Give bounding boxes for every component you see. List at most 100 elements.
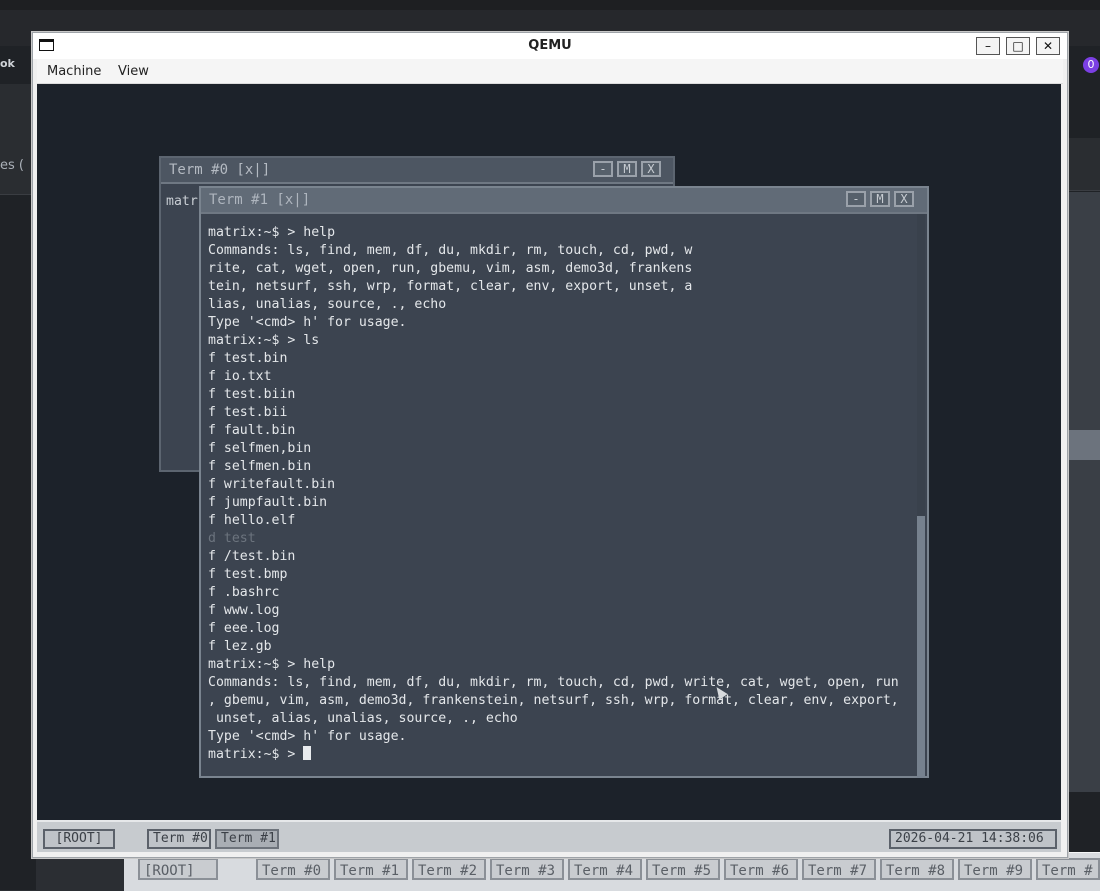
- term0-close-button[interactable]: X: [641, 161, 661, 177]
- terminal-line-text: f lez.gb: [208, 639, 272, 654]
- bg-task-term-cut: Term #: [1036, 858, 1100, 880]
- terminal-line-text: f selfmen.bin: [208, 459, 312, 474]
- bg-task-term2: Term #2: [412, 858, 486, 880]
- host-extension-icon[interactable]: 0: [1083, 57, 1099, 73]
- terminal-line: f io.txt: [208, 368, 899, 386]
- taskbar-term1-button[interactable]: Term #1: [215, 829, 279, 849]
- terminal-line-text: f eee.log: [208, 621, 280, 636]
- guest-taskbar: [ROOT] Term #0 Term #1 2026-04-21 14:38:…: [37, 820, 1061, 852]
- terminal-line: f writefault.bin: [208, 476, 899, 494]
- terminal-line-text: f test.bii: [208, 405, 288, 420]
- close-icon: ✕: [1042, 39, 1054, 53]
- menu-view[interactable]: View: [118, 64, 149, 79]
- close-button[interactable]: ✕: [1036, 37, 1060, 55]
- bg-task-term7: Term #7: [802, 858, 876, 880]
- terminal-line: f test.bin: [208, 350, 899, 368]
- host-right-strip: [1068, 430, 1100, 460]
- bg-task-term8: Term #8: [880, 858, 954, 880]
- terminal-line: f selfmen,bin: [208, 440, 899, 458]
- term1-maximize-button[interactable]: M: [870, 191, 890, 207]
- terminal-line-text: d test: [208, 531, 256, 546]
- term1-window[interactable]: Term #1 [x|] - M X matrix:~$ > help Comma…: [199, 186, 929, 778]
- terminal-line-text: f io.txt: [208, 369, 272, 384]
- terminal-line: d test: [208, 530, 899, 548]
- terminal-line: lias, unalias, source, ., echo: [208, 296, 899, 314]
- terminal-line: f test.bii: [208, 404, 899, 422]
- terminal-line: f jumpfault.bin: [208, 494, 899, 512]
- term1-titlebar[interactable]: Term #1 [x|] - M X: [201, 188, 927, 214]
- terminal-line-text: f .bashrc: [208, 585, 280, 600]
- term1-output[interactable]: matrix:~$ > help Commands: ls, find, mem,…: [208, 224, 899, 764]
- terminal-line-text: Type '<cmd> h' for usage.: [208, 315, 407, 330]
- terminal-line: matrix:~$ > help: [208, 656, 899, 674]
- bg-task-term9: Term #9: [958, 858, 1032, 880]
- terminal-line: Commands: ls, find, mem, df, du, mkdir, …: [208, 674, 899, 692]
- term0-text: matr: [166, 194, 198, 209]
- terminal-line-text: f test.bmp: [208, 567, 288, 582]
- terminal-line: matrix:~$ >: [208, 746, 899, 764]
- terminal-line-text: matrix:~$ > help: [208, 657, 336, 672]
- term1-close-button[interactable]: X: [894, 191, 914, 207]
- qemu-window-title: QEMU: [528, 38, 572, 53]
- term1-scrollbar[interactable]: [917, 214, 925, 778]
- terminal-line-text: matrix:~$ >: [208, 747, 304, 762]
- terminal-line: f lez.gb: [208, 638, 899, 656]
- qemu-titlebar[interactable]: QEMU – □ ✕: [33, 33, 1067, 59]
- terminal-line: f hello.elf: [208, 512, 899, 530]
- bg-task-term5: Term #5: [646, 858, 720, 880]
- terminal-line: f fault.bin: [208, 422, 899, 440]
- text-cursor: [303, 746, 312, 760]
- host-left-panel: [0, 84, 36, 195]
- bg-task-term0: Term #0: [256, 858, 330, 880]
- host-right-panel-lower: [1068, 192, 1100, 792]
- terminal-line: tein, netsurf, ssh, wrp, format, clear, …: [208, 278, 899, 296]
- terminal-line: matrix:~$ > help: [208, 224, 899, 242]
- terminal-line: f selfmen.bin: [208, 458, 899, 476]
- terminal-line-text: f www.log: [208, 603, 280, 618]
- terminal-line: f .bashrc: [208, 584, 899, 602]
- terminal-line: f www.log: [208, 602, 899, 620]
- terminal-line: f test.bmp: [208, 566, 899, 584]
- terminal-line-text: f jumpfault.bin: [208, 495, 328, 510]
- terminal-line: Type '<cmd> h' for usage.: [208, 314, 899, 332]
- terminal-line-text: f fault.bin: [208, 423, 296, 438]
- term0-minimize-button[interactable]: -: [593, 161, 613, 177]
- term0-title: Term #0 [x|]: [169, 162, 271, 178]
- qemu-menubar: Machine View: [37, 59, 1063, 84]
- terminal-line-text: f selfmen,bin: [208, 441, 312, 456]
- minimize-icon: –: [985, 39, 991, 53]
- terminal-line: Commands: ls, find, mem, df, du, mkdir, …: [208, 242, 899, 260]
- terminal-line-text: f hello.elf: [208, 513, 296, 528]
- bg-task-term3: Term #3: [490, 858, 564, 880]
- terminal-line-text: f test.biin: [208, 387, 296, 402]
- terminal-line-text: Type '<cmd> h' for usage.: [208, 729, 407, 744]
- terminal-line-text: f writefault.bin: [208, 477, 336, 492]
- bg-task-term1: Term #1: [334, 858, 408, 880]
- host-top-bar: [0, 0, 1100, 10]
- term1-minimize-button[interactable]: -: [846, 191, 866, 207]
- taskbar-root-button[interactable]: [ROOT]: [43, 829, 115, 849]
- qemu-window: QEMU – □ ✕ Machine View Term #0 [x|] - M…: [32, 32, 1068, 858]
- term1-scroll-thumb[interactable]: [917, 516, 925, 778]
- terminal-line: rite, cat, wget, open, run, gbemu, vim, …: [208, 260, 899, 278]
- bg-task-root: [ROOT]: [138, 858, 218, 880]
- taskbar-term0-button[interactable]: Term #0: [147, 829, 211, 849]
- term0-titlebar[interactable]: Term #0 [x|] - M X: [161, 158, 673, 184]
- terminal-line-text: tein, netsurf, ssh, wrp, format, clear, …: [208, 279, 693, 294]
- terminal-line-text: Commands: ls, find, mem, df, du, mkdir, …: [208, 243, 693, 258]
- terminal-line: f test.biin: [208, 386, 899, 404]
- maximize-button[interactable]: □: [1006, 37, 1030, 55]
- guest-screen[interactable]: Term #0 [x|] - M X matr Term #1 [x|] - M…: [37, 84, 1061, 852]
- terminal-line-text: matrix:~$ > help: [208, 225, 336, 240]
- host-left-text: es (: [0, 158, 24, 173]
- terminal-line: Type '<cmd> h' for usage.: [208, 728, 899, 746]
- terminal-line-text: rite, cat, wget, open, run, gbemu, vim, …: [208, 261, 693, 276]
- terminal-line-text: unset, alias, unalias, source, ., echo: [208, 711, 518, 726]
- terminal-line: , gbemu, vim, asm, demo3d, frankenstein,…: [208, 692, 899, 710]
- menu-machine[interactable]: Machine: [47, 64, 101, 79]
- terminal-line: matrix:~$ > ls: [208, 332, 899, 350]
- terminal-line: f /test.bin: [208, 548, 899, 566]
- minimize-button[interactable]: –: [976, 37, 1000, 55]
- terminal-line: f eee.log: [208, 620, 899, 638]
- term0-maximize-button[interactable]: M: [617, 161, 637, 177]
